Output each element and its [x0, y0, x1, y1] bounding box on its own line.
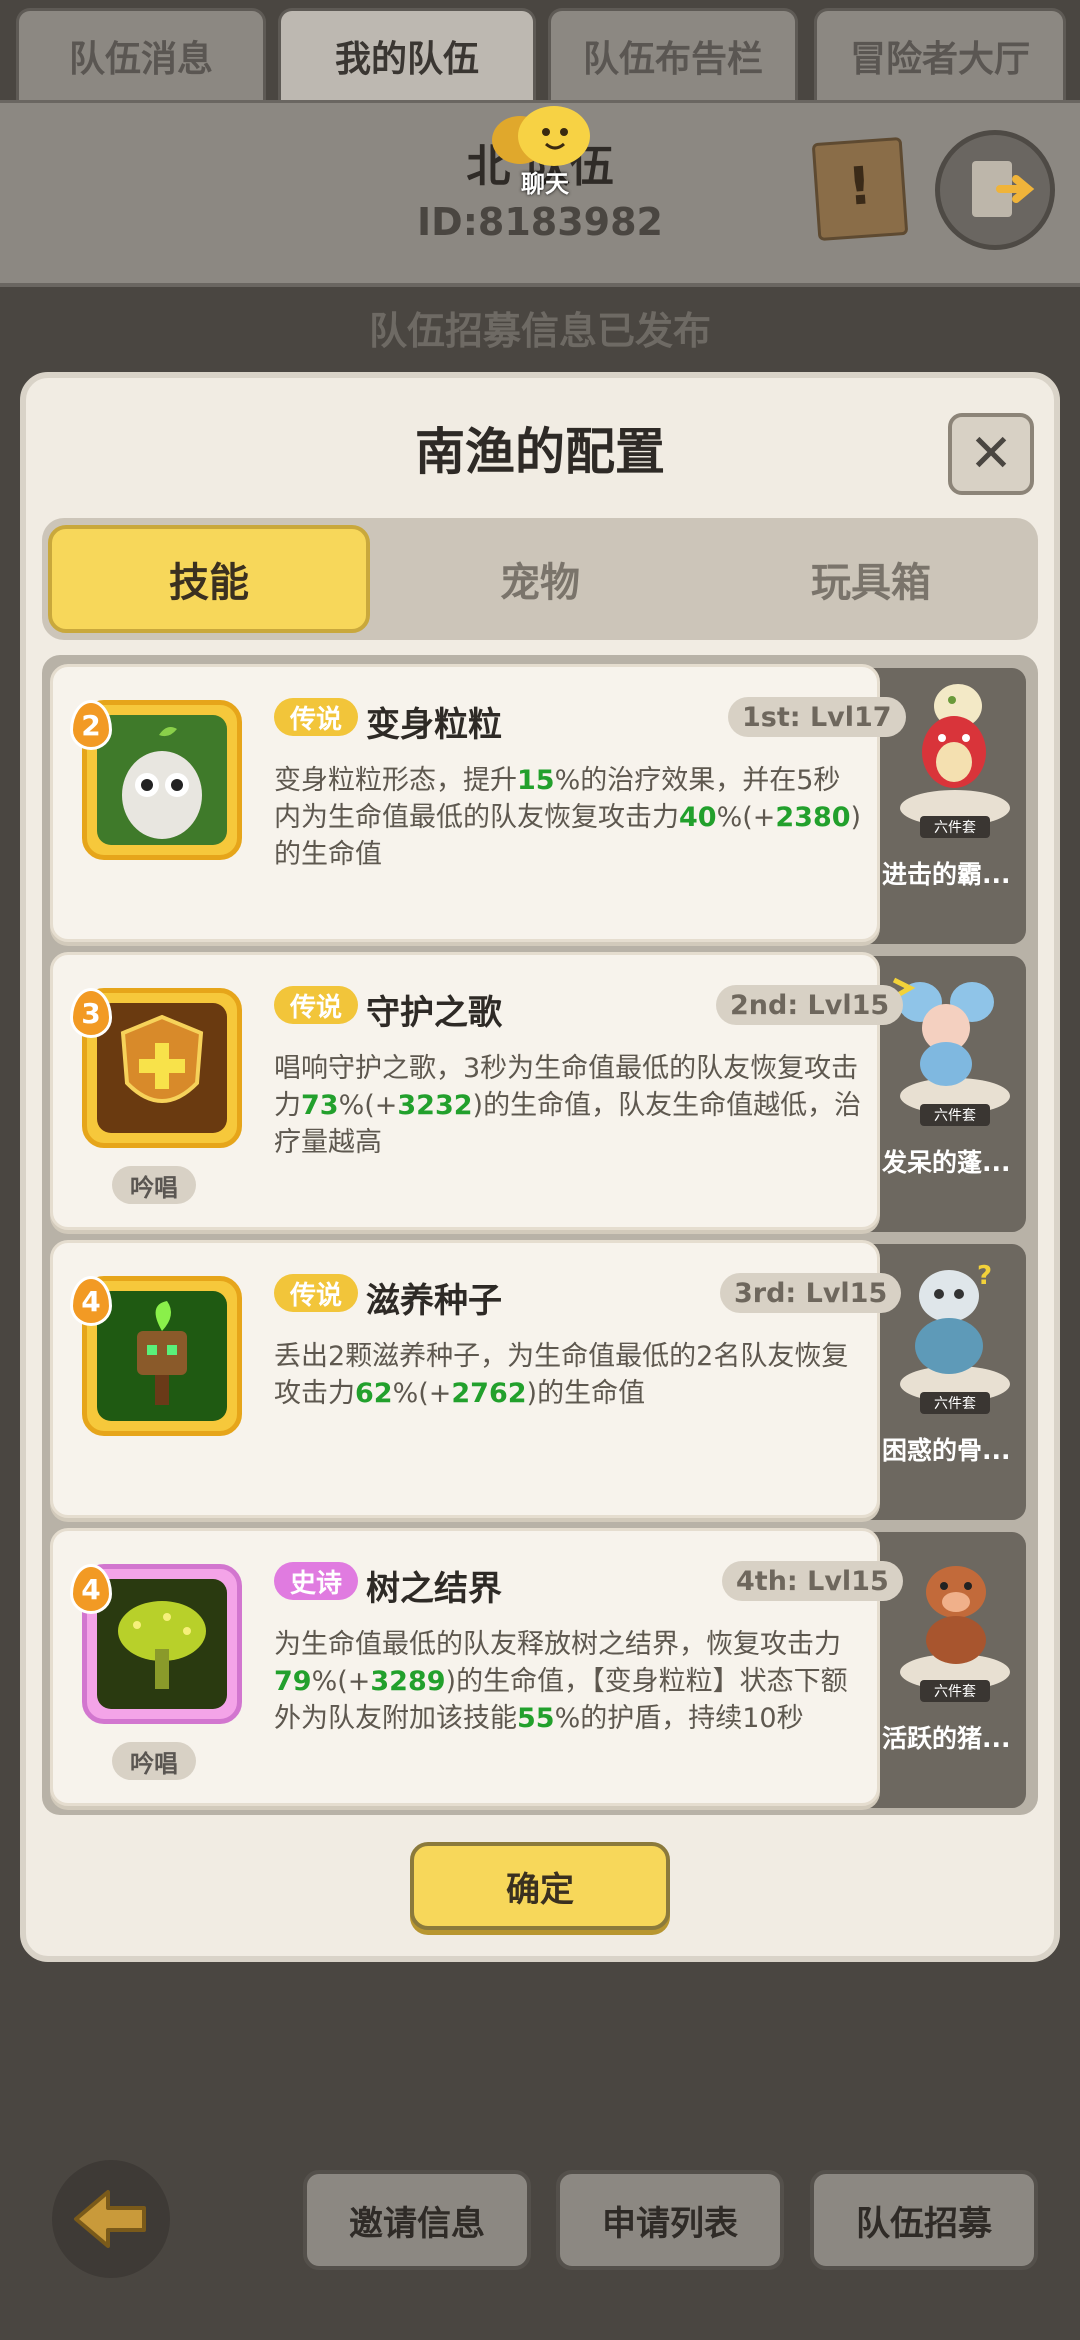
chat-button[interactable]: 聊天 [490, 104, 600, 198]
back-button[interactable] [52, 2160, 170, 2278]
pet-set-tag: 六件套 [920, 1392, 990, 1414]
skill-description: 为生命值最低的队友释放树之结界，恢复攻击力79%(+3289)的生命值，【变身粒… [274, 1629, 848, 1734]
skill-name: 守护之歌 [366, 993, 502, 1033]
application-list-button[interactable]: 申请列表 [556, 2170, 784, 2270]
tab-skills[interactable]: 技能 [48, 525, 370, 633]
skill-description: 唱响守护之歌，3秒为生命值最低的队友恢复攻击力73%(+3232)的生命值，队友… [274, 1053, 862, 1158]
svg-text:?: ? [977, 1261, 992, 1291]
seed-sprout-skill-icon [137, 1301, 187, 1405]
team-id: ID:8183982 [417, 200, 663, 244]
skill-name: 树之结界 [366, 1569, 502, 1609]
rarity-tag: 史诗 [274, 1562, 358, 1600]
skill-slot-level: 2nd: Lvl15 [716, 985, 904, 1025]
red-dragon-pet-icon [922, 684, 986, 788]
pet-name: 发呆的蓬... [882, 1148, 1011, 1177]
back-arrow-icon [74, 2190, 146, 2248]
rarity-tag: 传说 [274, 986, 358, 1024]
pet-set-tag: 六件套 [920, 1104, 990, 1126]
shield-heal-skill-icon [120, 1014, 204, 1103]
pet-name: 困惑的骨... [882, 1436, 1011, 1465]
skill-description: 丢出2颗滋养种子，为生命值最低的2名队友恢复攻击力62%(+2762)的生命值 [274, 1341, 849, 1409]
bone-dino-pet-icon: ? [915, 1261, 992, 1374]
skill-name: 变身粒粒 [366, 705, 502, 745]
skill-slot-level: 1st: Lvl17 [728, 697, 906, 737]
tab-team-board[interactable]: 队伍布告栏 [548, 8, 798, 100]
chant-tag: 吟唱 [112, 1742, 196, 1780]
skill-description: 变身粒粒形态，提升15%的治疗效果，并在5秒内为生命值最低的队友恢复攻击力40%… [274, 765, 862, 870]
owl-skill-icon [122, 727, 202, 839]
chant-tag: 吟唱 [112, 1166, 196, 1204]
skill-name: 滋养种子 [366, 1281, 502, 1321]
pet-set-tag: 六件套 [920, 1680, 990, 1702]
exit-door-icon [972, 161, 1035, 217]
skill-slot-level: 3rd: Lvl15 [720, 1273, 902, 1313]
boar-pet-icon [926, 1566, 986, 1664]
exit-team-button[interactable] [935, 130, 1055, 250]
recruit-status-text: 队伍招募信息已发布 [368, 309, 711, 353]
team-recruit-button[interactable]: 队伍招募 [810, 2170, 1038, 2270]
pet-name: 进击的霸... [882, 860, 1011, 889]
tree-barrier-skill-icon [118, 1601, 206, 1689]
rarity-tag: 传说 [274, 698, 358, 736]
chat-label: 聊天 [521, 170, 569, 198]
rarity-tag: 传说 [274, 1274, 358, 1312]
invite-info-button[interactable]: 邀请信息 [303, 2170, 531, 2270]
tab-my-team[interactable]: 我的队伍 [278, 8, 536, 100]
blue-ram-pet-icon [892, 977, 994, 1086]
close-icon: ✕ [969, 424, 1013, 484]
tab-pets[interactable]: 宠物 [380, 525, 700, 633]
modal-title: 南渔的配置 [415, 423, 665, 481]
pet-name: 活跃的猪... [882, 1724, 1011, 1753]
skill-slot-level: 4th: Lvl15 [722, 1561, 903, 1601]
close-button[interactable]: ✕ [948, 413, 1034, 495]
confirm-button[interactable]: 确定 [410, 1842, 670, 1930]
tab-team-messages[interactable]: 队伍消息 [16, 8, 266, 100]
tab-toybox[interactable]: 玩具箱 [710, 525, 1032, 633]
tab-adventurer-hall[interactable]: 冒险者大厅 [814, 8, 1066, 100]
pet-set-tag: 六件套 [920, 816, 990, 838]
notice-scroll-icon[interactable]: ! [811, 136, 909, 242]
